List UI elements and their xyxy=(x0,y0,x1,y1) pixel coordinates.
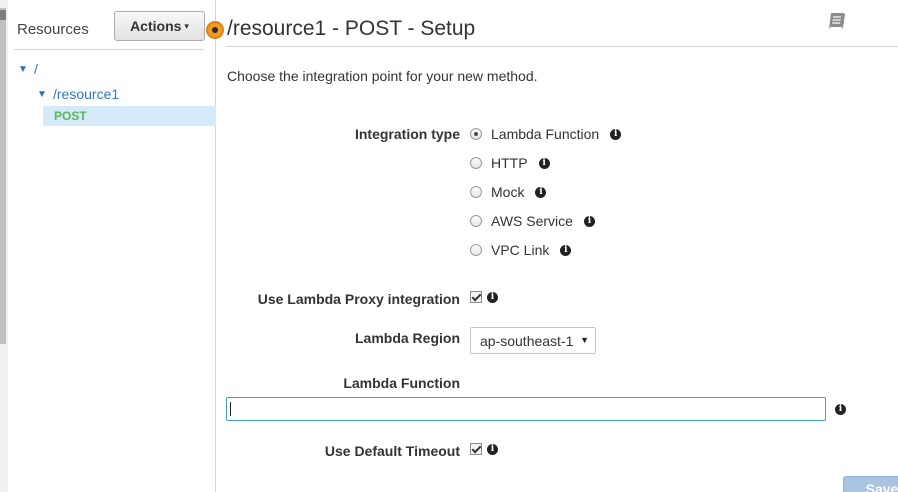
header-divider xyxy=(226,46,898,47)
tree-item-resource1[interactable]: ▼ /resource1 xyxy=(37,86,119,102)
orange-marker-icon xyxy=(206,21,224,39)
default-timeout-label: Use Default Timeout xyxy=(324,443,460,459)
radio-button[interactable] xyxy=(470,128,482,140)
proxy-integration-label: Use Lambda Proxy integration xyxy=(257,291,460,307)
tree-item-root-label[interactable]: / xyxy=(34,61,38,77)
default-timeout-checkbox[interactable] xyxy=(470,443,482,455)
radio-button[interactable] xyxy=(470,244,482,256)
tree-item-root[interactable]: ▼ / xyxy=(18,61,38,77)
book-icon[interactable] xyxy=(826,10,848,32)
radio-label[interactable]: HTTP xyxy=(491,155,528,171)
expand-caret-icon[interactable]: ▼ xyxy=(37,89,53,100)
info-icon[interactable]: i xyxy=(835,404,846,415)
lambda-function-label: Lambda Function xyxy=(343,375,460,391)
info-icon[interactable]: i xyxy=(535,186,547,198)
lambda-region-select[interactable]: ap-southeast-1 ▼ xyxy=(470,327,596,354)
info-icon[interactable]: i xyxy=(610,128,622,140)
tree-item-resource1-label[interactable]: /resource1 xyxy=(53,86,119,102)
info-icon[interactable]: i xyxy=(538,157,550,169)
proxy-integration-checkbox[interactable] xyxy=(470,291,482,303)
radio-vpc-link[interactable]: VPC Link i xyxy=(470,241,572,259)
radio-label[interactable]: Lambda Function xyxy=(491,126,599,142)
divider xyxy=(14,49,204,50)
info-icon[interactable]: i xyxy=(487,291,498,303)
proxy-integration-control[interactable]: i xyxy=(470,288,498,306)
info-icon[interactable]: i xyxy=(560,244,572,256)
caret-down-icon: ▾ xyxy=(184,20,189,31)
scrollbar-marker xyxy=(0,10,6,20)
actions-button[interactable]: Actions ▾ xyxy=(114,11,205,41)
radio-http[interactable]: HTTP i xyxy=(470,154,550,172)
radio-label[interactable]: VPC Link xyxy=(491,242,549,258)
radio-mock[interactable]: Mock i xyxy=(470,183,547,201)
radio-label[interactable]: Mock xyxy=(491,184,524,200)
info-icon[interactable]: i xyxy=(487,443,498,455)
radio-label[interactable]: AWS Service xyxy=(491,213,573,229)
default-timeout-control[interactable]: i xyxy=(470,440,498,458)
radio-lambda-function[interactable]: Lambda Function i xyxy=(470,125,622,143)
text-cursor xyxy=(230,402,231,416)
page-title: /resource1 - POST - Setup xyxy=(227,17,476,40)
tree-item-post-label[interactable]: POST xyxy=(54,109,87,123)
resources-title: Resources xyxy=(17,21,89,38)
resources-panel: Resources Actions ▾ ▼ / ▼ /resource1 xyxy=(8,0,216,492)
left-scrollbar[interactable] xyxy=(0,0,8,492)
radio-aws-service[interactable]: AWS Service i xyxy=(470,212,595,230)
expand-caret-icon[interactable]: ▼ xyxy=(18,64,34,75)
info-icon[interactable]: i xyxy=(583,215,595,227)
tree-item-post-method[interactable]: POST xyxy=(43,106,216,126)
intro-text: Choose the integration point for your ne… xyxy=(227,68,538,84)
save-button[interactable]: Save xyxy=(843,476,898,492)
lambda-region-value: ap-southeast-1 xyxy=(480,332,574,349)
scrollbar-thumb[interactable] xyxy=(0,8,6,344)
radio-button[interactable] xyxy=(470,186,482,198)
radio-button[interactable] xyxy=(470,215,482,227)
lambda-region-label: Lambda Region xyxy=(354,330,460,346)
integration-type-label: Integration type xyxy=(354,126,460,142)
lambda-function-input[interactable] xyxy=(226,397,826,421)
radio-button[interactable] xyxy=(470,157,482,169)
actions-label: Actions xyxy=(130,18,182,34)
caret-down-icon: ▼ xyxy=(580,335,589,345)
